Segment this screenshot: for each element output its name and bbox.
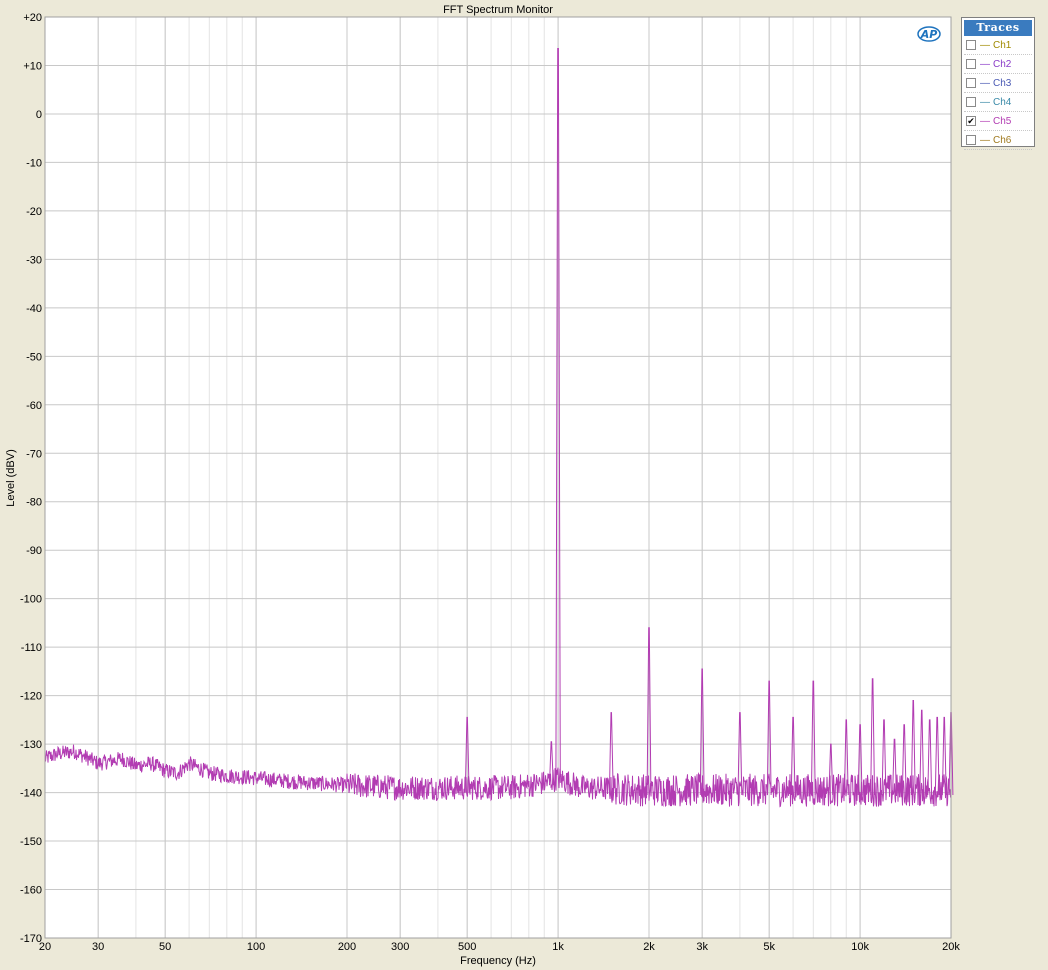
x-tick-label: 20k — [942, 941, 960, 953]
y-tick-label: -120 — [20, 691, 42, 703]
y-tick-label: -150 — [20, 836, 42, 848]
trace-color-dash: — — [980, 77, 990, 89]
y-tick-label: -10 — [26, 157, 42, 169]
y-tick-label: -130 — [20, 739, 42, 751]
y-tick-label: -20 — [26, 206, 42, 218]
x-tick-labels: 20 30 50 100 200 300 500 1k 2k 3k 5k 10k 20k — [39, 941, 960, 953]
y-tick-label: +20 — [23, 12, 42, 24]
x-tick-label: 5k — [763, 941, 775, 953]
y-tick-label: -70 — [26, 448, 42, 460]
trace-color-dash: — — [980, 58, 990, 70]
ap-logo: AP — [917, 26, 941, 42]
y-tick-label: -80 — [26, 497, 42, 509]
y-tick-label: -160 — [20, 885, 42, 897]
y-tick-labels: +20 +10 0 -10 -20 -30 -40 -50 -60 -70 -80 -90 -100 -1… — [20, 12, 42, 945]
trace-label: Ch3 — [993, 77, 1012, 89]
traces-header: Traces — [964, 20, 1032, 36]
trace-label: Ch4 — [993, 96, 1012, 108]
trace-checkbox-ch3[interactable] — [966, 78, 976, 88]
trace-color-dash: — — [980, 96, 990, 108]
traces-list: — Ch1— Ch2— Ch3— Ch4 ✔ — Ch5— Ch6 — [962, 36, 1034, 150]
y-tick-label: -50 — [26, 351, 42, 363]
y-axis-label: Level (dBV) — [5, 449, 17, 506]
traces-panel: Traces — Ch1— Ch2— Ch3— Ch4 ✔ — Ch5— Ch6 — [961, 17, 1035, 150]
trace-label: Ch1 — [993, 39, 1012, 51]
y-tick-label: -60 — [26, 400, 42, 412]
chart-title: FFT Spectrum Monitor — [443, 4, 553, 16]
trace-checkbox-ch2[interactable] — [966, 59, 976, 69]
x-tick-label: 1k — [552, 941, 564, 953]
x-tick-label: 2k — [643, 941, 655, 953]
x-tick-label: 10k — [851, 941, 869, 953]
trace-label: Ch2 — [993, 58, 1012, 70]
trace-checkbox-ch6[interactable] — [966, 135, 976, 145]
y-tick-label: 0 — [36, 109, 42, 121]
trace-row-ch4[interactable]: — Ch4 — [964, 93, 1032, 112]
y-tick-label: -100 — [20, 594, 42, 606]
trace-label: Ch5 — [993, 115, 1012, 127]
trace-row-ch2[interactable]: — Ch2 — [964, 55, 1032, 74]
ap-logo-text: AP — [920, 28, 938, 41]
x-tick-label: 100 — [247, 941, 265, 953]
x-axis-label: Frequency (Hz) — [460, 955, 536, 967]
trace-color-dash: — — [980, 39, 990, 51]
x-tick-label: 50 — [159, 941, 171, 953]
fft-chart: +20 +10 0 -10 -20 -30 -40 -50 -60 -70 -80 -90 -100 -1… — [5, 4, 960, 967]
y-tick-label: -90 — [26, 545, 42, 557]
x-tick-label: 200 — [338, 941, 356, 953]
y-tick-label: -110 — [21, 642, 42, 654]
trace-row-ch1[interactable]: — Ch1 — [964, 36, 1032, 55]
x-tick-label: 30 — [92, 941, 104, 953]
y-tick-label: -40 — [26, 303, 42, 315]
y-tick-label: -30 — [26, 254, 42, 266]
trace-label: Ch6 — [993, 134, 1012, 146]
trace-checkbox-ch1[interactable] — [966, 40, 976, 50]
trace-color-dash: — — [980, 115, 990, 127]
x-tick-label: 3k — [696, 941, 708, 953]
trace-row-ch6[interactable]: — Ch6 — [964, 131, 1032, 150]
trace-row-ch3[interactable]: — Ch3 — [964, 74, 1032, 93]
trace-row-ch5[interactable]: ✔ — Ch5 — [964, 112, 1032, 131]
trace-checkbox-ch4[interactable] — [966, 97, 976, 107]
y-tick-label: -140 — [20, 788, 42, 800]
x-tick-label: 20 — [39, 941, 51, 953]
trace-color-dash: — — [980, 134, 990, 146]
x-tick-label: 300 — [391, 941, 409, 953]
y-tick-label: +10 — [23, 60, 42, 72]
x-tick-label: 500 — [458, 941, 476, 953]
trace-checkbox-ch5[interactable]: ✔ — [966, 116, 976, 126]
